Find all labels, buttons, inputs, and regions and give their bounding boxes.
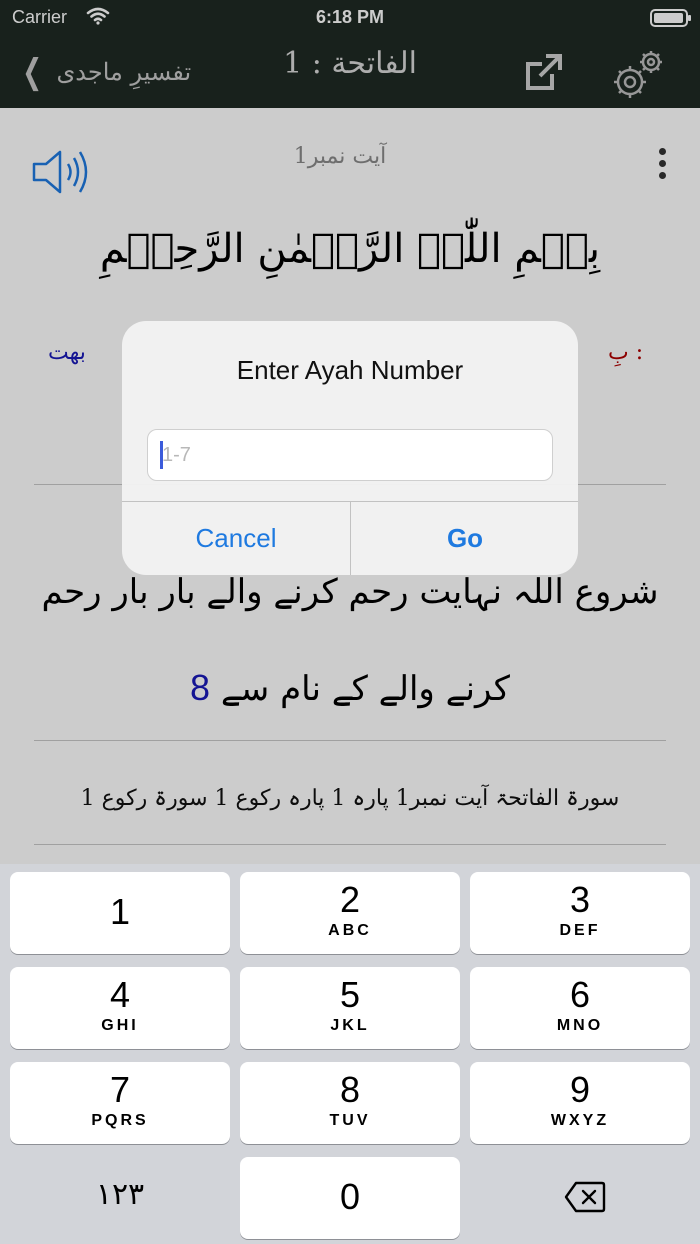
- key-1[interactable]: 1: [10, 872, 230, 954]
- cancel-button[interactable]: Cancel: [122, 502, 350, 575]
- key-digit: 1: [109, 891, 131, 932]
- key-letters: DEF: [559, 922, 601, 939]
- key-3[interactable]: 3 DEF: [470, 872, 690, 954]
- key-symbols-label: ١٢٣: [95, 1177, 145, 1212]
- key-arabic-numerals-toggle[interactable]: ١٢٣: [10, 1157, 230, 1239]
- number-keypad: 1 2 ABC 3 DEF 4 GHI 5 JKL 6 MNO 7 PQRS 8…: [0, 864, 700, 1244]
- key-letters: WXYZ: [550, 1112, 610, 1129]
- key-letters: TUV: [329, 1112, 371, 1129]
- key-digit: 8: [339, 1069, 361, 1110]
- key-9[interactable]: 9 WXYZ: [470, 1062, 690, 1144]
- key-letters: PQRS: [91, 1112, 149, 1129]
- key-2[interactable]: 2 ABC: [240, 872, 460, 954]
- go-button[interactable]: Go: [351, 502, 578, 575]
- text-caret: [160, 441, 163, 469]
- key-4[interactable]: 4 GHI: [10, 967, 230, 1049]
- key-letters: ABC: [328, 922, 372, 939]
- key-digit: 3: [569, 879, 591, 920]
- key-digit: 7: [109, 1069, 131, 1110]
- key-digit: 6: [569, 974, 591, 1015]
- key-7[interactable]: 7 PQRS: [10, 1062, 230, 1144]
- key-digit: 5: [339, 974, 361, 1015]
- key-letters: MNO: [556, 1017, 604, 1034]
- key-delete[interactable]: [470, 1157, 690, 1239]
- key-digit: 0: [339, 1176, 361, 1217]
- key-5[interactable]: 5 JKL: [240, 967, 460, 1049]
- key-digit: 2: [339, 879, 361, 920]
- ayah-number-input[interactable]: [147, 429, 553, 481]
- key-6[interactable]: 6 MNO: [470, 967, 690, 1049]
- key-0[interactable]: 0: [240, 1157, 460, 1239]
- key-letters: GHI: [101, 1017, 139, 1034]
- backspace-icon: [564, 1181, 606, 1213]
- key-digit: 4: [109, 974, 131, 1015]
- key-digit: 9: [569, 1069, 591, 1110]
- key-8[interactable]: 8 TUV: [240, 1062, 460, 1144]
- dialog-title: Enter Ayah Number: [236, 355, 464, 385]
- enter-ayah-dialog: Enter Ayah Number Cancel Go: [122, 321, 578, 575]
- key-letters: JKL: [330, 1017, 370, 1034]
